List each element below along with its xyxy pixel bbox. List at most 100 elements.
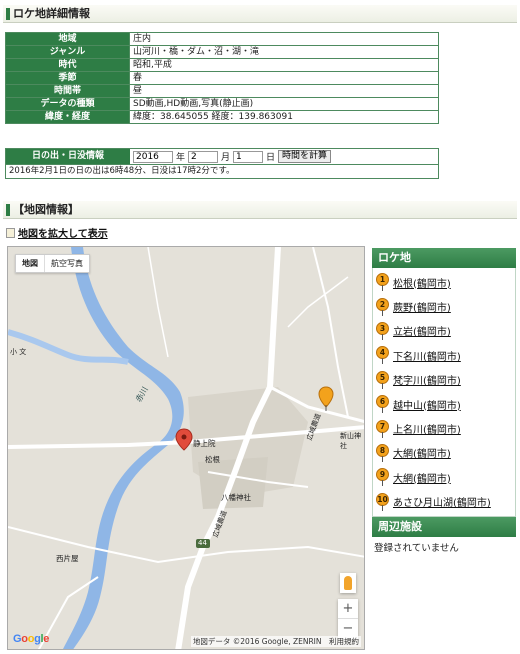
location-link[interactable]: 蕨野(鶴岡市)	[393, 299, 451, 314]
map-pin-icon: 6	[376, 395, 389, 414]
info-label: 時代	[5, 58, 130, 72]
month-unit: 月	[221, 153, 231, 163]
locations-panel: ロケ地 1 松根(鶴岡市) 2 蕨野(鶴岡市) 3 立岩(鶴岡市) 4 下名川(鶴岡市) 5 梵字…	[372, 248, 516, 517]
map-enlarge-icon	[6, 227, 15, 238]
map-pin-icon: 2	[376, 297, 389, 316]
location-link[interactable]: 上名川(鶴岡市)	[393, 421, 461, 436]
google-logo-text: Google	[13, 633, 50, 645]
map-credit[interactable]: 地図データ ©2016 Google, ZENRIN 利用規約	[190, 636, 361, 647]
info-label: 地域	[5, 32, 130, 46]
pin-tail	[382, 455, 383, 462]
info-row: 季節春	[5, 71, 439, 85]
location-link[interactable]: あさひ月山湖(鶴岡市)	[393, 494, 491, 509]
info-label: 季節	[5, 71, 130, 85]
location-item: 1 松根(鶴岡市)	[373, 270, 515, 294]
info-label: 時間帯	[5, 84, 130, 98]
day-input[interactable]	[233, 150, 264, 163]
info-value: SD動画,HD動画,写真(静止画)	[129, 97, 439, 111]
locations-title: ロケ地	[372, 248, 516, 268]
location-link[interactable]: 立岩(鶴岡市)	[393, 323, 451, 338]
map-pin-icon: 8	[376, 443, 389, 462]
map-pin-icon: 1	[376, 273, 389, 292]
info-value: 山河川・橋・ダム・沼・湖・滝	[129, 45, 439, 59]
location-link[interactable]: 梵字川(鶴岡市)	[393, 372, 461, 387]
map-pin-icon: 3	[376, 321, 389, 340]
info-row: 緯度・経度 緯度：38.645055 経度：139.863091	[5, 110, 439, 124]
pin-tail	[382, 431, 383, 438]
section-title-location: ロケ地詳細情報	[3, 5, 517, 23]
map-label-place5: 新山神社	[340, 432, 361, 450]
location-link[interactable]: 松根(鶴岡市)	[393, 275, 451, 290]
location-item: 2 蕨野(鶴岡市)	[373, 294, 515, 318]
info-value: 緯度：38.645055 経度：139.863091	[129, 110, 439, 124]
info-row: 時代 昭和,平成	[5, 58, 439, 72]
map-route-badge: 44	[198, 539, 207, 547]
year-unit: 年	[176, 153, 186, 163]
sun-info-box: 日の出・日没情報 年 月 日 時間を計算 2016年2月1日の日の出は6時48分…	[5, 148, 439, 179]
year-input[interactable]	[133, 150, 173, 163]
map-pin-icon: 7	[376, 419, 389, 438]
location-link[interactable]: 大網(鶴岡市)	[393, 470, 451, 485]
location-link[interactable]: 下名川(鶴岡市)	[393, 348, 461, 363]
pin-tail	[382, 333, 383, 340]
sun-result-text: 2016年2月1日の日の出は6時48分、日没は17時2分です。	[6, 164, 438, 178]
nearby-title: 周辺施設	[372, 517, 516, 537]
map-pin-icon: 9	[376, 468, 389, 487]
map-label-place2: 松根	[205, 455, 220, 464]
map-label-place4: 西片屋	[56, 554, 79, 563]
location-link[interactable]: 大網(鶴岡市)	[393, 445, 451, 460]
info-value: 春	[129, 71, 439, 85]
map-type-map[interactable]: 地図	[16, 255, 45, 272]
map-pin-icon: 5	[376, 370, 389, 389]
location-item: 7 上名川(鶴岡市)	[373, 416, 515, 440]
map-label-place3: 八幡神社	[221, 493, 251, 502]
pin-tail	[382, 407, 383, 414]
location-item: 3 立岩(鶴岡市)	[373, 319, 515, 343]
info-label: ジャンル	[5, 45, 130, 59]
nearby-empty-text: 登録されていません	[374, 543, 459, 554]
pin-tail	[382, 358, 383, 365]
pin-tail	[382, 382, 383, 389]
info-row: データの種類 SD動画,HD動画,写真(静止画)	[5, 97, 439, 111]
map-type-control: 地図 航空写真	[15, 254, 90, 273]
calculate-time-button[interactable]: 時間を計算	[278, 150, 332, 163]
pegman-icon[interactable]	[340, 573, 356, 593]
info-value: 昼	[129, 84, 439, 98]
pin-tail	[382, 504, 383, 511]
nearby-panel: 周辺施設 登録されていません	[372, 517, 516, 557]
zoom-control: + −	[338, 599, 358, 639]
location-item: 9 大網(鶴岡市)	[373, 465, 515, 489]
enlarge-map-row: 地図を拡大して表示	[6, 225, 108, 240]
section-title-map: 【地図情報】	[3, 201, 517, 219]
info-row: ジャンル 山河川・橋・ダム・沼・湖・滝	[5, 45, 439, 59]
location-item: 5 梵字川(鶴岡市)	[373, 368, 515, 392]
location-item: 6 越中山(鶴岡市)	[373, 392, 515, 416]
pin-tail	[382, 309, 383, 316]
info-label: 緯度・経度	[5, 110, 130, 124]
map-label-place1: 静上院	[193, 439, 216, 448]
enlarge-map-link[interactable]: 地図を拡大して表示	[18, 225, 108, 240]
zoom-in-button[interactable]: +	[338, 599, 358, 619]
location-item: 10 あさひ月山湖(鶴岡市)	[373, 490, 515, 514]
pin-tail	[382, 480, 383, 487]
info-value: 昭和,平成	[129, 58, 439, 72]
info-row: 時間帯昼	[5, 84, 439, 98]
location-item: 8 大網(鶴岡市)	[373, 441, 515, 465]
pin-tail	[382, 285, 383, 292]
map-pin-icon: 10	[376, 492, 389, 511]
map-view[interactable]: 地図 航空写真 赤川 静上院 松根 八幡神社 西片屋 新山神社 広域農道 広域農…	[7, 246, 365, 650]
info-value: 庄内	[129, 32, 439, 46]
map-canvas	[8, 247, 364, 649]
info-label: データの種類	[5, 97, 130, 111]
map-pin-icon: 4	[376, 346, 389, 365]
location-link[interactable]: 越中山(鶴岡市)	[393, 397, 461, 412]
month-input[interactable]	[188, 150, 219, 163]
info-row: 地域 庄内	[5, 32, 439, 46]
google-logo: Google	[13, 633, 49, 645]
location-info-table: 地域 庄内 ジャンル 山河川・橋・ダム・沼・湖・滝 時代 昭和,平成 季節春時間帯昼データの…	[5, 32, 439, 124]
day-unit: 日	[266, 153, 276, 163]
map-type-satellite[interactable]: 航空写真	[45, 255, 89, 272]
location-item: 4 下名川(鶴岡市)	[373, 343, 515, 367]
sun-label: 日の出・日没情報	[6, 149, 130, 164]
locations-list: 1 松根(鶴岡市) 2 蕨野(鶴岡市) 3 立岩(鶴岡市) 4 下名川(鶴岡市) 5 梵字川(鶴岡…	[372, 268, 516, 517]
